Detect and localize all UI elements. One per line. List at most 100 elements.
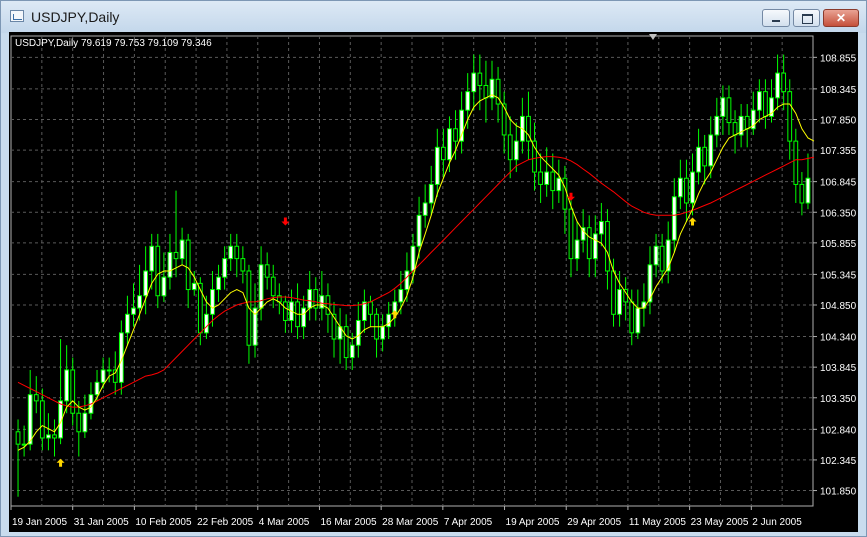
ma-fast-line [17, 94, 815, 451]
candle-body [39, 400, 45, 439]
candle-body [465, 91, 471, 111]
candle-body [507, 134, 513, 161]
candle-body [94, 381, 100, 396]
candle-body [702, 146, 708, 167]
y-tick-label: 103.845 [820, 363, 857, 374]
candle-body [325, 295, 331, 315]
x-tick-label: 4 Mar 2005 [259, 517, 310, 528]
candle-body [592, 233, 598, 260]
close-button[interactable] [823, 9, 859, 27]
candle-body [732, 122, 738, 136]
candle-body [586, 227, 592, 260]
candle-body [264, 264, 270, 278]
candle-body [708, 134, 714, 167]
candle-body [726, 97, 732, 124]
candle-body [641, 301, 647, 309]
x-tick-label: 28 Mar 2005 [382, 517, 439, 528]
x-tick-label: 16 Mar 2005 [320, 517, 377, 528]
candle-body [343, 326, 349, 359]
candle-body [185, 239, 191, 291]
candle-body [684, 177, 689, 204]
candle-body [82, 412, 88, 433]
candlestick-chart[interactable]: 108.855 108.345 107.850 107.355 106.845 106.3… [9, 32, 858, 532]
candle-body [805, 177, 811, 204]
window-title: USDJPY,Daily [31, 9, 120, 25]
candle-body [617, 289, 622, 315]
candle-body [131, 307, 136, 315]
candle-body [671, 196, 677, 241]
y-tick-label: 106.350 [820, 208, 857, 219]
chart-area[interactable]: 108.855 108.345 107.850 107.355 106.845 106.3… [9, 32, 858, 532]
candle-body [149, 245, 155, 272]
chart-window: USDJPY,Daily 108.855 108.345 107.850 107.35… [0, 0, 867, 537]
candle-body [21, 443, 27, 446]
candle-body [720, 97, 726, 117]
candle-body [143, 270, 149, 297]
candle-body [204, 313, 209, 334]
minimize-button[interactable] [762, 9, 790, 27]
candle-body [362, 301, 367, 321]
candle-body [598, 221, 604, 235]
candle-body [775, 72, 780, 99]
candle-body [155, 245, 161, 297]
candle-body [100, 369, 106, 383]
y-tick-label: 106.845 [820, 178, 857, 189]
candle-body [568, 208, 574, 260]
candle-body [125, 313, 130, 334]
candle-body [501, 103, 507, 136]
candle-body [574, 239, 580, 260]
y-tick-label: 103.350 [820, 394, 857, 405]
y-tick-label: 101.850 [820, 487, 857, 498]
y-tick-label: 104.340 [820, 333, 857, 344]
candle-body [307, 289, 313, 309]
candle-body [191, 282, 197, 291]
buy-arrow-icon [56, 458, 65, 467]
candle-body [799, 183, 805, 204]
candle-body [483, 84, 489, 99]
title-bar[interactable]: USDJPY,Daily [1, 1, 866, 33]
candle-body [173, 251, 179, 260]
candle-body [398, 289, 404, 303]
x-tick-label: 22 Feb 2005 [197, 517, 254, 528]
candle-body [714, 115, 720, 136]
candle-body [744, 115, 750, 130]
candle-body [76, 412, 82, 433]
x-tick-label: 7 Apr 2005 [444, 517, 493, 528]
maximize-button[interactable] [793, 9, 820, 27]
candle-body [763, 91, 768, 117]
y-tick-label: 104.850 [820, 301, 857, 312]
chart-header: USDJPY,Daily 79.619 79.753 79.109 79.346 [15, 38, 212, 49]
candle-body [562, 177, 568, 210]
y-tick-label: 102.840 [820, 425, 857, 436]
x-tick-label: 2 Jun 2005 [752, 517, 802, 528]
candle-body [635, 307, 641, 334]
candle-body [653, 245, 659, 266]
candle-body [137, 295, 142, 309]
candle-body [240, 258, 246, 272]
candle-body [665, 239, 671, 272]
sell-arrow-icon [566, 192, 575, 201]
candle-body [355, 319, 361, 346]
candle-body [210, 289, 215, 315]
x-tick-label: 31 Jan 2005 [74, 517, 129, 528]
candle-body [659, 245, 665, 272]
candle-body [234, 245, 240, 260]
candle-body [161, 276, 167, 297]
candle-body [349, 344, 355, 359]
candle-body [52, 434, 57, 439]
candle-body [756, 91, 762, 111]
candle-body [368, 301, 373, 315]
candle-body [404, 270, 410, 291]
candle-body [447, 128, 452, 161]
candle-body [513, 140, 519, 161]
candle-body [629, 301, 635, 334]
candle-body [416, 214, 422, 247]
candle-body [46, 434, 51, 439]
candle-body [453, 128, 458, 142]
candle-body [15, 431, 21, 445]
candle-body [64, 369, 70, 402]
candle-body [550, 171, 556, 192]
candle-body [410, 245, 416, 272]
candle-body [556, 177, 562, 192]
candle-body [611, 270, 616, 315]
